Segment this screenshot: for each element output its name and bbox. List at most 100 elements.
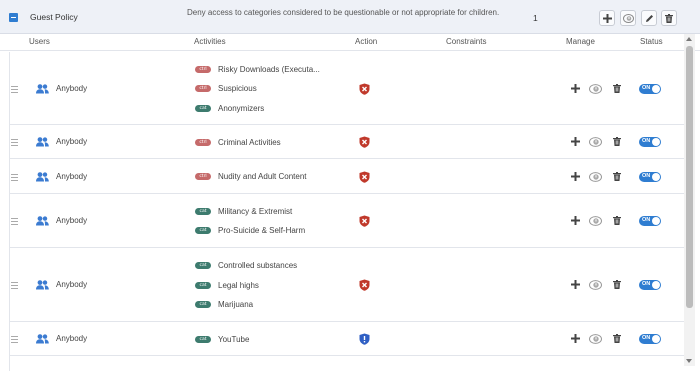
- activity-item: ctrl Suspicious: [195, 79, 320, 99]
- plus-icon[interactable]: [571, 334, 580, 343]
- scrollbar[interactable]: [684, 34, 695, 366]
- activity-type-badge: cat: [195, 262, 211, 269]
- policy-header: Guest Policy Deny access to categories c…: [0, 0, 700, 34]
- activity-label: Suspicious: [218, 84, 257, 93]
- rule-action[interactable]: [359, 279, 370, 291]
- activity-label: Risky Downloads (Executa...: [218, 64, 320, 74]
- users-icon: [36, 334, 49, 344]
- trash-icon: [665, 13, 673, 23]
- column-status: Status: [640, 37, 663, 46]
- activity-type-badge: cat: [195, 335, 211, 343]
- shield-x-icon: [359, 83, 370, 95]
- rule-user[interactable]: Anybody: [56, 172, 87, 181]
- drag-handle-icon[interactable]: [11, 282, 18, 291]
- scroll-down-icon[interactable]: [686, 359, 692, 363]
- plus-icon[interactable]: [571, 171, 580, 181]
- rule-row: Anybody ctrl Criminal Activities ON: [9, 125, 684, 159]
- rule-user[interactable]: Anybody: [56, 334, 87, 343]
- row-border: [9, 159, 10, 193]
- users-icon: [36, 171, 49, 181]
- users-icon: [36, 83, 49, 93]
- activity-item: cat Controlled substances: [195, 256, 297, 276]
- policy-count: 1: [533, 13, 538, 23]
- rule-row: Anybody ctrl Risky Downloads (Executa...…: [9, 52, 684, 125]
- trash-icon[interactable]: [613, 334, 621, 343]
- column-header-row: Users Activities Action Constraints Mana…: [0, 34, 700, 51]
- trash-icon[interactable]: [613, 171, 621, 181]
- column-users: Users: [29, 37, 50, 46]
- users-icon: [36, 216, 49, 226]
- status-label: ON: [642, 335, 651, 341]
- drag-handle-icon[interactable]: [11, 336, 18, 345]
- activity-item: cat Marijuana: [195, 295, 297, 315]
- rule-user[interactable]: Anybody: [56, 216, 87, 225]
- rule-user[interactable]: Anybody: [56, 280, 87, 289]
- activities-list: cat Controlled substances cat Legal high…: [195, 256, 297, 315]
- trash-icon[interactable]: [613, 216, 621, 225]
- activity-label: YouTube: [218, 334, 250, 344]
- status-toggle[interactable]: ON: [639, 171, 661, 182]
- rule-action[interactable]: [359, 215, 370, 227]
- activity-label: Pro-Suicide & Self-Harm: [218, 226, 306, 236]
- rule-action[interactable]: [359, 136, 370, 148]
- add-rule-button[interactable]: [599, 10, 615, 26]
- pencil-icon: [645, 14, 653, 22]
- activities-list: cat Militancy & Extremist cat Pro-Suicid…: [195, 202, 305, 241]
- status-label: ON: [642, 217, 651, 223]
- plus-icon[interactable]: [571, 137, 580, 146]
- activity-item: cat YouTube: [195, 329, 249, 349]
- activity-type-badge: ctrl: [195, 138, 211, 146]
- row-border: [9, 125, 10, 158]
- rule-action[interactable]: [359, 83, 370, 95]
- status-toggle[interactable]: ON: [639, 334, 661, 344]
- rule-row-partial: [9, 356, 684, 371]
- activity-item: ctrl Criminal Activities: [195, 132, 281, 152]
- activities-list: ctrl Criminal Activities: [195, 132, 281, 152]
- row-border: [9, 194, 10, 247]
- status-label: ON: [642, 172, 651, 179]
- status-toggle[interactable]: ON: [639, 137, 661, 147]
- status-toggle[interactable]: ON: [639, 280, 661, 290]
- clock-icon[interactable]: [589, 83, 602, 94]
- row-border: [9, 248, 10, 321]
- activity-item: ctrl Nudity and Adult Content: [195, 167, 307, 187]
- plus-icon[interactable]: [571, 216, 580, 225]
- clock-icon[interactable]: [589, 216, 602, 226]
- delete-policy-button[interactable]: [661, 10, 677, 26]
- column-manage: Manage: [566, 37, 595, 46]
- activities-list: ctrl Risky Downloads (Executa... ctrl Su…: [195, 59, 320, 118]
- clock-icon[interactable]: [589, 280, 602, 290]
- rule-user[interactable]: Anybody: [56, 137, 87, 146]
- activity-type-badge: cat: [195, 227, 211, 235]
- collapse-icon[interactable]: [9, 13, 18, 22]
- schedule-button[interactable]: [620, 10, 636, 26]
- drag-handle-icon[interactable]: [11, 218, 18, 227]
- trash-icon[interactable]: [613, 137, 621, 146]
- scroll-up-icon[interactable]: [686, 37, 692, 41]
- scroll-thumb[interactable]: [686, 46, 693, 308]
- clock-icon[interactable]: [589, 137, 602, 147]
- drag-handle-icon[interactable]: [11, 85, 18, 95]
- rule-action[interactable]: [359, 171, 370, 183]
- policy-name: Guest Policy: [30, 12, 78, 22]
- drag-handle-icon[interactable]: [11, 173, 18, 183]
- plus-icon[interactable]: [571, 280, 580, 289]
- row-border: [9, 322, 10, 355]
- activity-label: Legal highs: [218, 280, 259, 290]
- drag-handle-icon[interactable]: [11, 139, 18, 148]
- activity-type-badge: ctrl: [195, 173, 211, 180]
- status-toggle[interactable]: ON: [639, 83, 661, 94]
- activity-item: cat Militancy & Extremist: [195, 202, 305, 222]
- plus-icon[interactable]: [571, 83, 580, 93]
- edit-policy-button[interactable]: [641, 10, 657, 26]
- shield-x-icon: [359, 136, 370, 148]
- clock-icon[interactable]: [589, 334, 602, 344]
- trash-icon[interactable]: [613, 83, 621, 93]
- rule-action[interactable]: [359, 333, 370, 345]
- trash-icon[interactable]: [613, 280, 621, 289]
- shield-check-icon: [359, 333, 370, 345]
- clock-icon[interactable]: [589, 171, 602, 182]
- rule-user[interactable]: Anybody: [56, 84, 87, 93]
- status-toggle[interactable]: ON: [639, 216, 661, 226]
- status-label: ON: [642, 281, 651, 287]
